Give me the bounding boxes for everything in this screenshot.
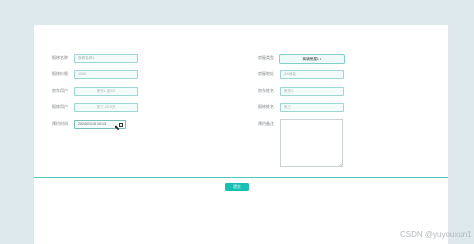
appointment-time-value: 2024/01/15 10:13 <box>78 122 106 126</box>
label-appointment-time: 预约时间 <box>52 121 68 126</box>
repair-name-input[interactable]: 报修名称1 <box>74 54 138 63</box>
repair-price-input[interactable]: 1000 <box>74 70 138 79</box>
house-address-input[interactable]: XX地址 <box>280 70 344 79</box>
appointment-note-textarea[interactable] <box>280 119 343 167</box>
repair-person-input[interactable]: 张三 <box>280 103 344 112</box>
watermark: CSDN @yuyouxun1 <box>400 230 472 239</box>
label-house-type: 房屋类型 <box>258 55 274 60</box>
label-repair-name: 报修名称 <box>52 55 68 60</box>
mouse-cursor-icon: ⬉ <box>114 125 120 132</box>
label-house-address: 房屋地址 <box>258 71 274 76</box>
landlord-name-input[interactable]: 房东1 <box>280 87 344 96</box>
chevron-down-icon: ▾ <box>319 57 322 61</box>
label-landlord-name: 房东姓名 <box>258 88 274 93</box>
resize-handle-icon[interactable] <box>338 162 342 166</box>
label-repair-name-right: 报修姓名 <box>258 104 274 109</box>
house-type-select[interactable]: 商铺房屋1 ▾ <box>279 54 345 64</box>
label-appointment-note: 预约备注 <box>258 121 274 126</box>
form-divider <box>34 177 448 178</box>
landlord-user-input[interactable]: 房东1-张XX <box>74 87 138 96</box>
label-repair-price: 报修价格 <box>52 71 68 76</box>
house-type-value: 商铺房屋1 <box>302 57 319 61</box>
label-landlord-user: 房东用户 <box>52 88 68 93</box>
repair-user-input[interactable]: 张三-23.0万 <box>74 103 138 112</box>
submit-button[interactable]: 提交 <box>225 183 249 191</box>
label-repair-user: 报修用户 <box>52 104 68 109</box>
